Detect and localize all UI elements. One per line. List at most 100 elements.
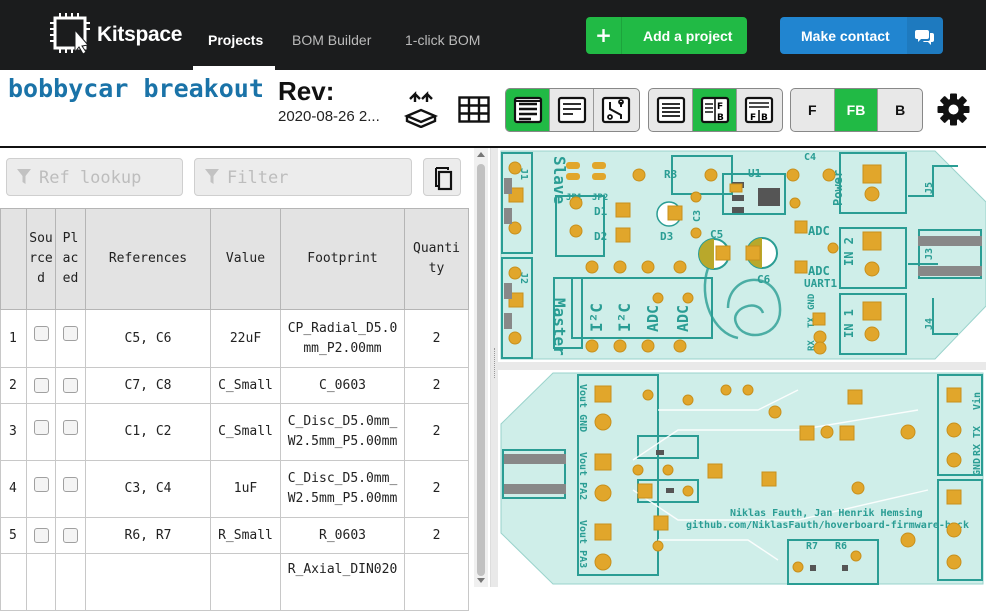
silk-gnd: GND (972, 458, 983, 476)
project-title: bobbycar breakout (8, 74, 264, 103)
table-row[interactable]: 3 C1, C2 C_Small C_Disc_D5.0mm_ W2.5mm_P5… (0, 403, 469, 461)
brand-name[interactable]: Kitspace (97, 23, 182, 47)
footprint-cell: C_0603 (280, 367, 405, 404)
settings-gear-icon[interactable] (937, 93, 970, 126)
silk-i2c-1: I²C (587, 303, 606, 332)
bom-header-row: Sou rce d Pl ac ed References Value Footprin… (0, 208, 469, 310)
references-cell: C5, C6 (85, 309, 211, 368)
row-index: 5 (0, 517, 27, 554)
quantity-cell: 2 (404, 403, 469, 461)
placed-checkbox[interactable] (63, 378, 78, 393)
placed-header[interactable]: Pl ac ed (55, 208, 86, 310)
silk-r7: R7 (806, 541, 818, 552)
filter-placeholder: Filter (227, 168, 289, 188)
row-index: 2 (0, 367, 27, 404)
sourced-checkbox[interactable] (33, 326, 49, 341)
silk-d1: D1 (594, 205, 608, 218)
layer-front-button[interactable]: F (791, 89, 835, 131)
pcb-back-view[interactable]: Vout GND Vout PA2 Vout PA3 Vin TX RX GND… (498, 370, 986, 587)
placed-checkbox[interactable] (63, 326, 78, 341)
filter-input[interactable]: Filter (194, 158, 412, 196)
row-index: 4 (0, 460, 27, 518)
horizontal-split-handle[interactable] (498, 362, 986, 370)
pcb-only-view-button[interactable] (594, 89, 638, 131)
ref-lookup-input[interactable]: Ref lookup (6, 158, 183, 196)
grouped-fb-icon: FB (700, 96, 729, 124)
copy-bom-button[interactable] (423, 158, 461, 196)
vertical-split-handle[interactable] (490, 148, 498, 587)
plus-icon: + (586, 17, 622, 54)
nav-bom-builder[interactable]: BOM Builder (292, 32, 371, 48)
kitspace-logo-icon[interactable] (48, 12, 93, 54)
placed-checkbox[interactable] (63, 477, 78, 492)
bom-only-view-button[interactable] (550, 89, 594, 131)
sourced-checkbox[interactable] (33, 477, 49, 492)
quantity-header[interactable]: Quanti ty (404, 208, 469, 310)
silk-i2c-2: I²C (615, 303, 634, 332)
revision-label: Rev: (278, 76, 335, 106)
silk-j3: J3 (924, 248, 935, 260)
grid-view-icon[interactable] (458, 96, 490, 123)
value-cell: 1uF (210, 460, 281, 518)
bom-scrollbar[interactable] (474, 148, 488, 587)
value-cell: 22uF (210, 309, 281, 368)
references-cell (85, 553, 211, 611)
silk-in2: IN 2 (842, 237, 856, 266)
quantity-cell: 2 (404, 517, 469, 554)
row-index (0, 553, 27, 611)
upload-pcb-icon[interactable] (403, 90, 439, 128)
silk-d3: D3 (660, 230, 673, 243)
grip-icon (494, 348, 496, 378)
table-row[interactable]: 1 C5, C6 22uF CP_Radial_D5.0 mm_P2.00mm 2 (0, 309, 469, 368)
references-header[interactable]: References (85, 208, 211, 310)
placed-checkbox[interactable] (63, 420, 78, 435)
nav-projects[interactable]: Projects (208, 32, 263, 48)
value-cell (210, 553, 281, 611)
sourced-header[interactable]: Sou rce d (26, 208, 56, 310)
table-row[interactable]: 2 C7, C8 C_Small C_0603 2 (0, 367, 469, 404)
layer-back-button[interactable]: B (878, 89, 922, 131)
row-index: 3 (0, 403, 27, 461)
add-project-button[interactable]: + Add a project (586, 17, 747, 54)
table-row[interactable]: 5 R6, R7 R_Small R_0603 2 (0, 517, 469, 554)
quantity-cell: 2 (404, 460, 469, 518)
table-row[interactable]: 4 C3, C4 1uF C_Disc_D5.0mm_ W2.5mm_P5.00m… (0, 460, 469, 518)
scroll-up-arrow-icon[interactable] (477, 152, 485, 157)
footprint-header[interactable]: Footprint (280, 208, 405, 310)
ungrouped-button[interactable] (649, 89, 693, 131)
placed-checkbox[interactable] (63, 528, 78, 543)
silk-c3: C3 (692, 210, 703, 222)
silk-j5: J5 (924, 182, 935, 194)
value-cell: R_Small (210, 517, 281, 554)
layer-select-group: F FB B (790, 88, 923, 132)
bom-left-view-button[interactable] (506, 89, 550, 131)
sourced-checkbox[interactable] (33, 528, 49, 543)
scrollbar-thumb[interactable] (477, 164, 485, 576)
layer-both-button[interactable]: FB (834, 89, 879, 131)
make-contact-label: Make contact (801, 28, 890, 44)
sourced-checkbox[interactable] (33, 420, 49, 435)
svg-text:F: F (717, 102, 723, 112)
copy-icon (435, 167, 453, 191)
table-row[interactable]: R_Axial_DIN020 (0, 553, 469, 611)
nav-1-click-bom[interactable]: 1-click BOM (405, 32, 480, 48)
references-cell: C1, C2 (85, 403, 211, 461)
silk-d2: D2 (594, 230, 607, 243)
split-fb-button[interactable]: FB (737, 89, 781, 131)
grouped-fb-button[interactable]: FB (693, 89, 737, 131)
silk-authors: Niklas Fauth, Jan Henrik Hemsing (730, 507, 923, 519)
pcb-front-view[interactable]: Slave Master Power UART1 IN 2 IN 1 J1 J2… (498, 148, 986, 362)
footprint-cell: C_Disc_D5.0mm_ W2.5mm_P5.00mm (280, 460, 405, 518)
revision-date[interactable]: 2020-08-26 2... (278, 108, 380, 125)
scroll-down-arrow-icon[interactable] (477, 578, 485, 583)
silk-gnd: GND (807, 293, 817, 310)
references-cell: C3, C4 (85, 460, 211, 518)
sourced-checkbox[interactable] (33, 378, 49, 393)
silk-adc-4: ADC (808, 264, 830, 278)
value-header[interactable]: Value (210, 208, 281, 310)
quantity-cell (404, 553, 469, 611)
make-contact-button[interactable]: Make contact (780, 17, 943, 54)
silk-j4: J4 (924, 318, 935, 330)
quantity-cell: 2 (404, 367, 469, 404)
chat-bubbles-icon (907, 17, 943, 54)
